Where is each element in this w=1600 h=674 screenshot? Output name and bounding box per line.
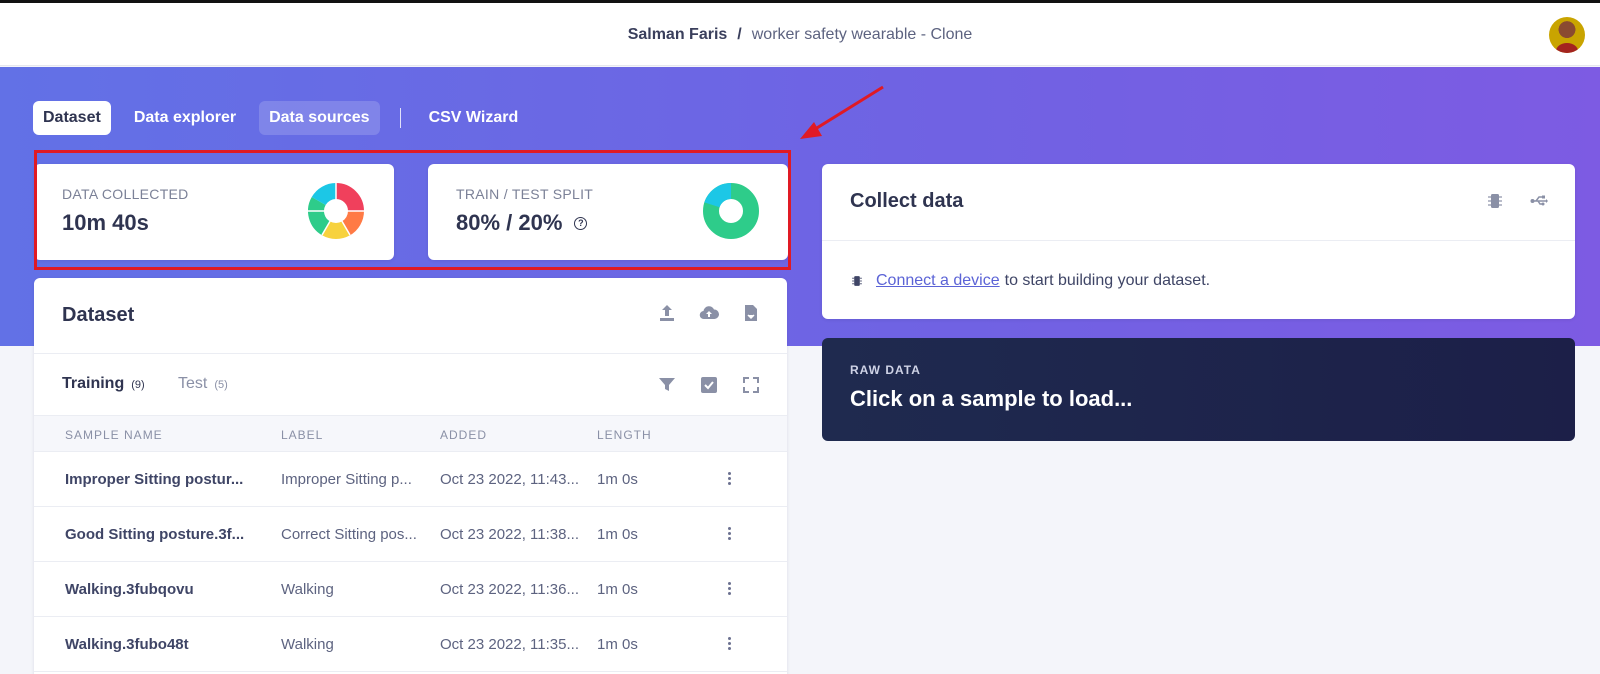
chip-icon[interactable] [1484,190,1506,212]
tab-divider [399,108,401,128]
collect-data-text: to start building your dataset. [1004,272,1211,289]
collect-data-title: Collect data [850,190,964,212]
label-distribution-donut [308,183,364,239]
select-checkbox-icon[interactable] [698,374,720,396]
sample-length: 1m 0s [597,526,638,543]
avatar[interactable] [1549,17,1585,53]
table-row[interactable]: Good Sitting posture.3f... Correct Sitti… [34,507,787,562]
raw-data-panel: RAW DATA Click on a sample to load... [822,338,1575,441]
tab-test[interactable]: Test (5) [178,375,228,393]
dataset-tools [656,374,762,396]
sample-length: 1m 0s [597,636,638,653]
sample-label: Improper Sitting p... [281,471,412,488]
chip-icon [850,270,864,292]
tab-data-explorer[interactable]: Data explorer [124,101,246,135]
dataset-tabs: Training (9) Test (5) [34,354,787,416]
sample-name: Improper Sitting postur... [65,471,244,488]
tab-test-label: Test [178,375,208,392]
sample-name: Good Sitting posture.3f... [65,526,245,543]
data-collected-value-text: 10m 40s [62,210,149,235]
tab-training-label: Training [62,375,125,392]
column-label[interactable]: LABEL [281,428,323,442]
sample-added: Oct 23 2022, 11:36... [440,581,579,598]
more-options-icon[interactable] [728,527,732,540]
sample-added: Oct 23 2022, 11:38... [440,526,579,543]
connect-device-link[interactable]: Connect a device [876,272,1000,290]
tab-csv-wizard[interactable]: CSV Wizard [419,101,529,135]
export-file-icon[interactable] [740,302,762,324]
tab-training[interactable]: Training (9) [62,375,145,393]
breadcrumb: Salman Faris / worker safety wearable - … [0,3,1600,66]
usb-icon[interactable] [1528,190,1550,212]
filter-icon[interactable] [656,374,678,396]
upload-icon[interactable] [656,302,678,324]
more-options-icon[interactable] [728,637,732,650]
cloud-upload-icon[interactable] [698,302,720,324]
more-options-icon[interactable] [728,582,732,595]
top-bar: Salman Faris / worker safety wearable - … [0,3,1600,66]
data-collected-card: DATA COLLECTED 10m 40s [34,164,394,260]
raw-data-label: RAW DATA [850,363,921,377]
column-added[interactable]: ADDED [440,428,487,442]
collect-data-header: Collect data [822,164,1575,241]
sample-label: Walking [281,636,334,653]
expand-icon[interactable] [740,374,762,396]
sample-added: Oct 23 2022, 11:43... [440,471,579,488]
train-test-split-card: TRAIN / TEST SPLIT 80% / 20% ? [428,164,788,260]
collect-data-panel: Collect data Connect a device to start b… [822,164,1575,319]
sample-name: Walking.3fubqovu [65,581,194,598]
raw-data-message: Click on a sample to load... [850,386,1133,411]
train-test-split-value: 80% / 20% ? [456,210,588,236]
sample-label: Correct Sitting pos... [281,526,417,543]
train-test-split-label: TRAIN / TEST SPLIT [456,186,594,202]
sample-name: Walking.3fubo48t [65,636,189,653]
column-sample-name[interactable]: SAMPLE NAME [65,428,163,442]
sample-label: Walking [281,581,334,598]
table-row[interactable]: Walking.3fubo48t Walking Oct 23 2022, 11… [34,617,787,672]
dataset-panel: Dataset Training (9) Test (5) SAMPLE NAM… [34,278,787,674]
sample-length: 1m 0s [597,471,638,488]
table-header: SAMPLE NAME LABEL ADDED LENGTH [34,416,787,452]
help-icon[interactable]: ? [574,216,588,230]
table-row[interactable]: Improper Sitting postur... Improper Sitt… [34,452,787,507]
train-test-split-value-text: 80% / 20% [456,210,563,235]
sample-length: 1m 0s [597,581,638,598]
breadcrumb-project[interactable]: worker safety wearable - Clone [752,26,973,44]
data-collected-label: DATA COLLECTED [62,186,189,202]
data-collected-value: 10m 40s [62,210,149,236]
breadcrumb-separator: / [737,25,742,43]
tab-dataset[interactable]: Dataset [33,101,111,135]
tab-test-count: (5) [214,379,228,391]
column-length[interactable]: LENGTH [597,428,652,442]
sample-added: Oct 23 2022, 11:35... [440,636,579,653]
dataset-title: Dataset [62,304,135,326]
tab-training-count: (9) [131,379,145,391]
more-options-icon[interactable] [728,472,732,485]
split-donut [703,183,759,239]
dataset-header: Dataset [34,278,787,354]
table-row[interactable]: Walking.3fubqovu Walking Oct 23 2022, 11… [34,562,787,617]
collect-data-actions [1484,190,1550,212]
collect-data-body: Connect a device to start building your … [850,270,1210,292]
breadcrumb-user[interactable]: Salman Faris [628,26,728,44]
dataset-actions [656,302,762,324]
tab-data-sources[interactable]: Data sources [259,101,380,135]
nav-tabs: Dataset Data explorer Data sources CSV W… [33,101,541,135]
